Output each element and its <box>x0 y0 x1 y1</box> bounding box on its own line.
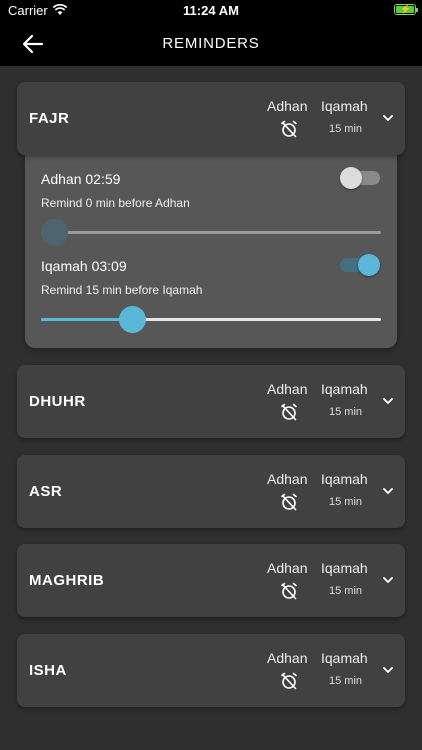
battery-icon: ⚡ <box>394 4 418 15</box>
page-title: REMINDERS <box>162 35 260 52</box>
prayer-card-dhuhr[interactable]: DHUHR Adhan Iqamah 15 min <box>17 365 405 438</box>
chevron-down-icon[interactable] <box>383 114 393 122</box>
alarm-off-icon <box>281 403 297 421</box>
chevron-down-icon[interactable] <box>383 487 393 495</box>
adhan-remind-slider[interactable] <box>41 219 381 247</box>
iqamah-toggle[interactable] <box>340 254 380 276</box>
iqamah-minutes: 15 min <box>329 123 363 135</box>
prayer-name: DHUHR <box>29 393 86 410</box>
alarm-off-icon <box>281 582 297 600</box>
iqamah-slider-thumb[interactable] <box>119 306 147 333</box>
iqamah-minutes: 15 min <box>329 585 363 597</box>
prayer-name: FAJR <box>29 110 70 127</box>
iqamah-label: Iqamah <box>321 650 368 666</box>
iqamah-label: Iqamah <box>321 471 368 487</box>
adhan-slider-thumb[interactable] <box>41 219 69 246</box>
prayer-card-isha[interactable]: ISHA Adhan Iqamah 15 min <box>17 634 405 707</box>
prayer-name: ISHA <box>29 662 67 679</box>
prayer-card-fajr[interactable]: FAJR Adhan Iqamah 15 min <box>17 82 405 155</box>
status-time: 11:24 AM <box>183 3 239 18</box>
chevron-down-icon[interactable] <box>383 576 393 584</box>
alarm-off-icon <box>281 120 297 138</box>
iqamah-minutes: 15 min <box>329 675 363 687</box>
fajr-reminder-panel: Adhan 02:59 Remind 0 min before Adhan Iq… <box>25 155 397 348</box>
status-bar: Carrier 11:24 AM ⚡ <box>0 0 422 22</box>
prayer-card-asr[interactable]: ASR Adhan Iqamah 15 min <box>17 455 405 528</box>
chevron-down-icon[interactable] <box>383 397 393 405</box>
iqamah-minutes: 15 min <box>329 496 363 508</box>
adhan-label: Adhan <box>267 471 308 487</box>
iqamah-time-label: Iqamah 03:09 <box>41 258 127 274</box>
navigation-bar: REMINDERS <box>0 22 422 66</box>
adhan-time-label: Adhan 02:59 <box>41 171 121 187</box>
iqamah-remind-slider[interactable] <box>41 306 381 334</box>
adhan-label: Adhan <box>267 98 308 114</box>
iqamah-minutes: 15 min <box>329 406 363 418</box>
prayer-name: MAGHRIB <box>29 572 105 589</box>
chevron-down-icon[interactable] <box>383 666 393 674</box>
iqamah-label: Iqamah <box>321 98 368 114</box>
iqamah-label: Iqamah <box>321 560 368 576</box>
alarm-off-icon <box>281 672 297 690</box>
adhan-label: Adhan <box>267 381 308 397</box>
adhan-label: Adhan <box>267 560 308 576</box>
adhan-toggle[interactable] <box>340 167 380 189</box>
iqamah-label: Iqamah <box>321 381 368 397</box>
prayer-name: ASR <box>29 483 63 500</box>
adhan-label: Adhan <box>267 650 308 666</box>
iqamah-remind-text: Remind 15 min before Iqamah <box>41 283 203 297</box>
alarm-off-icon <box>281 493 297 511</box>
adhan-remind-text: Remind 0 min before Adhan <box>41 196 190 210</box>
prayer-card-maghrib[interactable]: MAGHRIB Adhan Iqamah 15 min <box>17 544 405 617</box>
